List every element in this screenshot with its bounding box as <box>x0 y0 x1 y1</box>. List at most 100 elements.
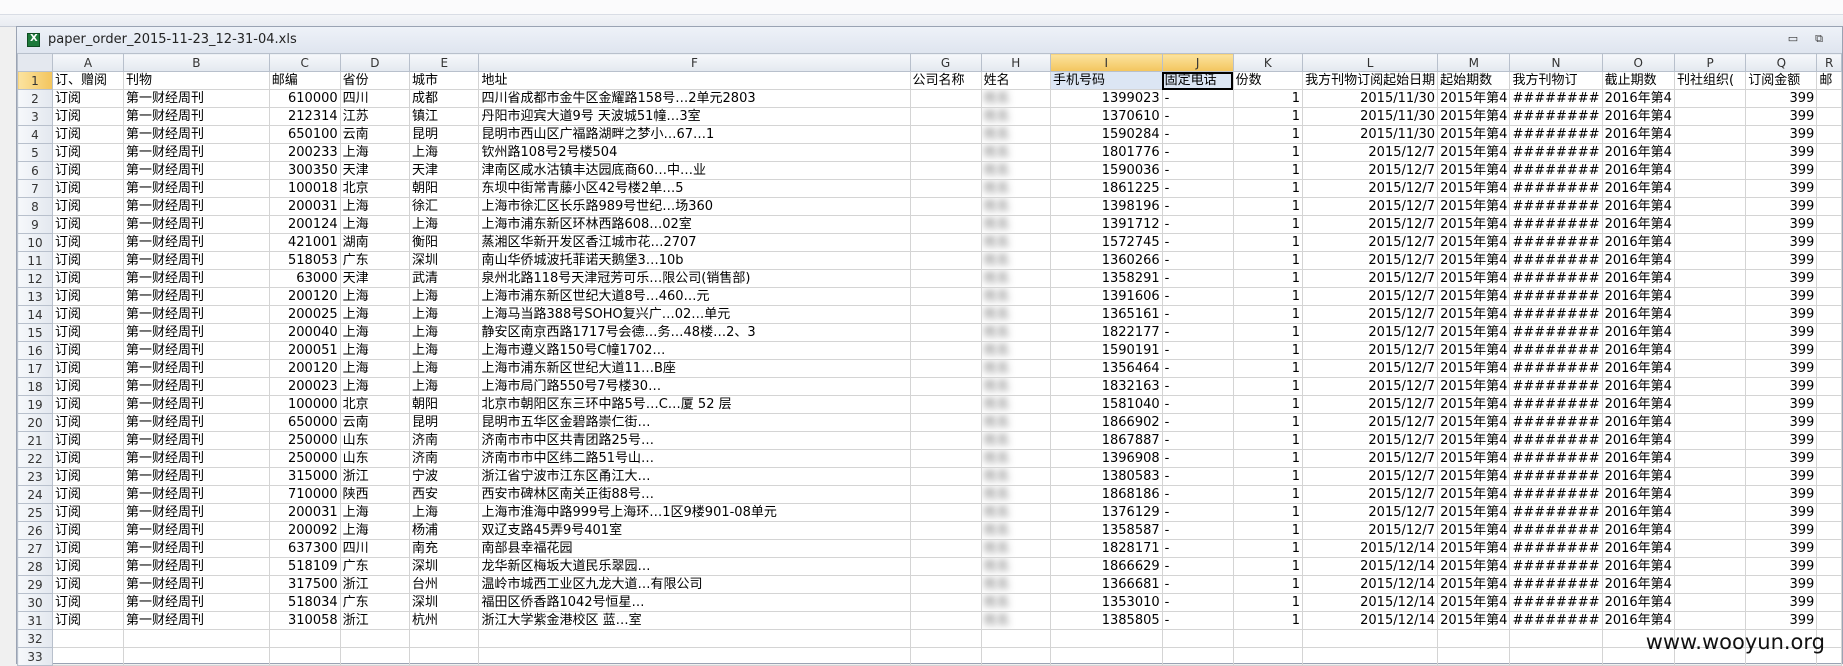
header-cell[interactable]: 起始期数 <box>1437 71 1511 90</box>
table-cell[interactable]: 399 <box>1745 251 1818 270</box>
table-cell[interactable]: 315000 <box>268 467 341 486</box>
table-cell[interactable]: 第一财经周刊 <box>123 305 270 324</box>
table-cell[interactable]: 上海 <box>339 377 411 396</box>
table-cell[interactable] <box>909 197 982 216</box>
table-cell[interactable]: 姓名 <box>980 449 1051 468</box>
table-cell[interactable]: 1385805 <box>1049 611 1163 630</box>
table-cell[interactable] <box>1816 539 1842 558</box>
table-cell[interactable]: 200120 <box>268 287 341 306</box>
table-cell[interactable]: 1 <box>1232 611 1304 630</box>
table-cell[interactable] <box>1302 647 1439 666</box>
table-cell[interactable] <box>1673 575 1747 594</box>
table-cell[interactable]: 300350 <box>268 161 341 180</box>
table-cell[interactable]: 第一财经周刊 <box>123 503 270 522</box>
table-cell[interactable]: - <box>1161 503 1234 522</box>
table-cell[interactable]: ######## <box>1509 503 1603 522</box>
table-cell[interactable]: ######## <box>1509 575 1603 594</box>
table-cell[interactable]: 上海 <box>409 143 480 162</box>
table-cell[interactable]: ######## <box>1509 269 1603 288</box>
table-cell[interactable] <box>1673 89 1747 108</box>
table-cell[interactable]: 东坝中街常青藤小区42号楼2单…5 <box>478 179 911 198</box>
table-cell[interactable]: 399 <box>1745 611 1818 630</box>
table-cell[interactable]: 2015年第4 <box>1437 431 1511 450</box>
table-cell[interactable] <box>409 629 480 648</box>
table-cell[interactable]: 订阅 <box>51 449 125 468</box>
table-cell[interactable]: 1380583 <box>1049 467 1163 486</box>
table-cell[interactable]: 济南 <box>409 449 480 468</box>
table-cell[interactable]: 1 <box>1232 107 1304 126</box>
table-cell[interactable]: 天津 <box>339 161 411 180</box>
table-cell[interactable]: 订阅 <box>51 431 125 450</box>
table-cell[interactable]: 2015年第4 <box>1437 413 1511 432</box>
table-cell[interactable]: - <box>1161 179 1234 198</box>
table-cell[interactable] <box>1673 503 1747 522</box>
minimize-window-icon[interactable]: ▭ <box>1786 32 1800 46</box>
table-cell[interactable]: 浙江大学紫金港校区 蓝…室 <box>478 611 911 630</box>
table-cell[interactable]: 1828171 <box>1049 539 1163 558</box>
table-cell[interactable] <box>909 611 982 630</box>
table-cell[interactable]: ######## <box>1509 143 1603 162</box>
table-cell[interactable]: 上海市浦东新区世纪大道8号…460…元 <box>478 287 911 306</box>
table-cell[interactable]: 第一财经周刊 <box>123 485 270 504</box>
table-cell[interactable]: 订阅 <box>51 233 125 252</box>
table-cell[interactable]: 1 <box>1232 503 1304 522</box>
row-header[interactable]: 6 <box>17 161 53 180</box>
table-cell[interactable]: 第一财经周刊 <box>123 359 270 378</box>
table-cell[interactable]: - <box>1161 521 1234 540</box>
table-cell[interactable]: 399 <box>1745 323 1818 342</box>
table-cell[interactable]: 200233 <box>268 143 341 162</box>
table-cell[interactable]: 姓名 <box>980 341 1051 360</box>
table-cell[interactable]: 第一财经周刊 <box>123 287 270 306</box>
table-cell[interactable]: 2016年第4 <box>1601 269 1675 288</box>
table-cell[interactable] <box>51 647 125 666</box>
table-cell[interactable]: - <box>1161 323 1234 342</box>
table-cell[interactable]: 2016年第4 <box>1601 305 1675 324</box>
table-cell[interactable] <box>909 359 982 378</box>
table-cell[interactable] <box>1673 107 1747 126</box>
table-cell[interactable] <box>1816 395 1842 414</box>
table-cell[interactable]: - <box>1161 125 1234 144</box>
table-cell[interactable]: 2015/12/7 <box>1302 305 1439 324</box>
table-cell[interactable]: 1590036 <box>1049 161 1163 180</box>
table-cell[interactable]: 1 <box>1232 89 1304 108</box>
table-cell[interactable]: 上海市遵义路150号C幢1702… <box>478 341 911 360</box>
table-cell[interactable]: 1366681 <box>1049 575 1163 594</box>
table-cell[interactable]: 399 <box>1745 305 1818 324</box>
table-cell[interactable] <box>1673 305 1747 324</box>
table-cell[interactable]: 200051 <box>268 341 341 360</box>
table-cell[interactable] <box>1673 521 1747 540</box>
table-cell[interactable]: 姓名 <box>980 413 1051 432</box>
row-header[interactable]: 21 <box>17 431 53 450</box>
table-cell[interactable]: 第一财经周刊 <box>123 557 270 576</box>
table-cell[interactable]: 深圳 <box>409 593 480 612</box>
table-cell[interactable]: 上海市徐汇区长乐路989号世纪…场360 <box>478 197 911 216</box>
table-cell[interactable]: 姓名 <box>980 89 1051 108</box>
table-cell[interactable] <box>1673 179 1747 198</box>
table-cell[interactable]: 2015/12/7 <box>1302 359 1439 378</box>
table-cell[interactable]: 浙江 <box>339 467 411 486</box>
table-cell[interactable]: 399 <box>1745 125 1818 144</box>
table-cell[interactable] <box>909 575 982 594</box>
table-cell[interactable]: 四川 <box>339 89 411 108</box>
table-cell[interactable]: 2015/11/30 <box>1302 107 1439 126</box>
table-cell[interactable]: 2015/12/7 <box>1302 287 1439 306</box>
table-cell[interactable]: 1861225 <box>1049 179 1163 198</box>
table-cell[interactable]: 100000 <box>268 395 341 414</box>
row-header[interactable]: 32 <box>17 629 53 648</box>
table-cell[interactable]: 2016年第4 <box>1601 89 1675 108</box>
table-cell[interactable]: ######## <box>1509 539 1603 558</box>
table-cell[interactable]: 1581040 <box>1049 395 1163 414</box>
table-cell[interactable]: 2015/12/7 <box>1302 467 1439 486</box>
table-cell[interactable]: 第一财经周刊 <box>123 89 270 108</box>
table-cell[interactable]: - <box>1161 557 1234 576</box>
table-cell[interactable]: 2015年第4 <box>1437 89 1511 108</box>
table-cell[interactable]: 2015年第4 <box>1437 485 1511 504</box>
table-cell[interactable] <box>1816 467 1842 486</box>
table-cell[interactable]: 399 <box>1745 197 1818 216</box>
table-cell[interactable] <box>909 449 982 468</box>
table-cell[interactable]: 2016年第4 <box>1601 377 1675 396</box>
table-cell[interactable]: 南山华侨城波托菲诺天鹅堡3…10b <box>478 251 911 270</box>
table-cell[interactable]: 2016年第4 <box>1601 575 1675 594</box>
table-cell[interactable]: 2015/12/7 <box>1302 143 1439 162</box>
table-cell[interactable]: ######## <box>1509 413 1603 432</box>
